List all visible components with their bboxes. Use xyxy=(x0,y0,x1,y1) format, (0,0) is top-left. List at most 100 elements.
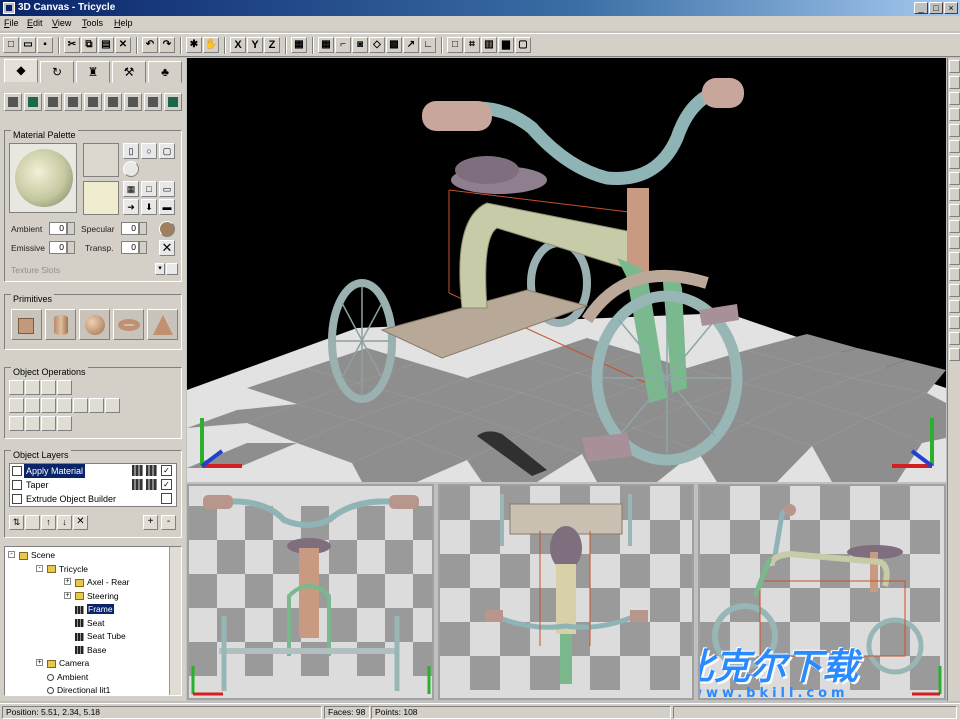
select-mode-icon[interactable]: ✱ xyxy=(186,37,202,53)
layer-up-icon[interactable]: ↑ xyxy=(41,515,56,530)
rotate-tool-icon[interactable] xyxy=(949,108,960,121)
ungroup-op-icon[interactable] xyxy=(25,380,40,395)
texture-browse-icon[interactable] xyxy=(166,263,178,275)
tree-node[interactable]: Steering xyxy=(75,590,119,602)
front-viewport[interactable] xyxy=(187,484,434,700)
axis-x-button[interactable]: X xyxy=(230,37,246,53)
material-ball-icon[interactable] xyxy=(159,221,175,237)
light-mode-icon[interactable] xyxy=(84,93,102,111)
tile-icon[interactable]: ▦ xyxy=(123,181,139,197)
bevel-tool-icon[interactable] xyxy=(949,348,960,361)
curve-icon[interactable]: ↗ xyxy=(403,37,419,53)
pointer-tool-icon[interactable] xyxy=(949,60,960,73)
specular-color-swatch[interactable] xyxy=(83,181,119,215)
sphere-map-icon[interactable]: ○ xyxy=(141,143,157,159)
clear-material-icon[interactable]: ✕ xyxy=(159,240,175,256)
bezier-tool-icon[interactable] xyxy=(949,220,960,233)
layer-checkbox[interactable]: ✓ xyxy=(161,465,172,476)
emissive-spinner[interactable] xyxy=(67,241,75,254)
flip-op-icon[interactable] xyxy=(9,416,24,431)
white-swatch-icon[interactable]: □ xyxy=(141,181,157,197)
eyedropper-icon[interactable]: ▭ xyxy=(159,181,175,197)
join-tool-icon[interactable] xyxy=(949,316,960,329)
grid-icon[interactable]: ▦ xyxy=(318,37,334,53)
delete-icon[interactable]: ✕ xyxy=(115,37,131,53)
move-op-icon[interactable] xyxy=(25,398,40,413)
magnet-icon[interactable]: ⌐ xyxy=(335,37,351,53)
pick-icon[interactable]: ✋ xyxy=(203,37,219,53)
top-viewport[interactable] xyxy=(438,484,694,700)
specular-input[interactable]: 0 xyxy=(121,222,139,235)
tree-node[interactable]: Ambient xyxy=(47,671,88,683)
material-mode-icon[interactable] xyxy=(164,93,182,111)
scale-tool-icon[interactable] xyxy=(949,124,960,137)
tree-expander[interactable]: + xyxy=(36,659,43,666)
perspective-viewport[interactable] xyxy=(187,58,946,482)
menu-view[interactable]: View xyxy=(52,18,71,28)
copy-op-icon[interactable] xyxy=(41,380,56,395)
tree-node[interactable]: Frame xyxy=(75,603,114,615)
flat-shade-icon[interactable]: ▥ xyxy=(481,37,497,53)
mirror-op-icon[interactable] xyxy=(25,416,40,431)
layer-row[interactable]: Extrude Object Builder xyxy=(10,492,178,506)
menu-edit[interactable]: Edit xyxy=(27,18,43,28)
point-mode-icon[interactable] xyxy=(64,93,82,111)
arrow-right-icon[interactable]: ➜ xyxy=(123,199,139,215)
material-preview[interactable] xyxy=(9,143,77,213)
hammer-icon[interactable] xyxy=(144,93,162,111)
face-mode-icon[interactable] xyxy=(24,93,42,111)
layer-add-icon[interactable]: + xyxy=(143,515,158,530)
group-op-icon[interactable] xyxy=(9,380,24,395)
transp-spinner[interactable] xyxy=(139,241,147,254)
checker-icon[interactable]: ▩ xyxy=(386,37,402,53)
emissive-input[interactable]: 0 xyxy=(49,241,67,254)
tab-transform[interactable]: ↻ xyxy=(40,61,74,83)
tab-plugins[interactable]: ♣ xyxy=(148,61,182,83)
maximize-button[interactable]: □ xyxy=(929,2,943,14)
axis-z-button[interactable]: Z xyxy=(264,37,280,53)
menu-tools[interactable]: Tools xyxy=(82,18,103,28)
save-icon[interactable]: ▪ xyxy=(37,37,53,53)
lathe-op-icon[interactable] xyxy=(105,398,120,413)
specular-spinner[interactable] xyxy=(139,222,147,235)
eraser-tool-icon[interactable] xyxy=(949,284,960,297)
bounding-box-icon[interactable]: ⌗ xyxy=(464,37,480,53)
close-button[interactable]: × xyxy=(944,2,958,14)
pen-tool-icon[interactable] xyxy=(949,204,960,217)
layer-delete-icon[interactable]: ✕ xyxy=(73,515,88,530)
pan-tool-icon[interactable] xyxy=(949,156,960,169)
tree-expander[interactable]: - xyxy=(8,551,15,558)
cone-primitive-icon[interactable] xyxy=(147,309,178,340)
layer-remove-icon[interactable]: - xyxy=(161,515,176,530)
tab-select[interactable]: ◆ xyxy=(4,59,38,83)
ambient-input[interactable]: 0 xyxy=(49,222,67,235)
menu-help[interactable]: Help xyxy=(114,18,133,28)
camera-icon[interactable]: ◙ xyxy=(352,37,368,53)
tab-objects[interactable]: ♜ xyxy=(76,61,110,83)
texture-mode-icon[interactable] xyxy=(124,93,142,111)
zoom-tool-icon[interactable] xyxy=(949,140,960,153)
round-map-icon[interactable] xyxy=(123,161,139,177)
layer-checkbox[interactable] xyxy=(161,493,172,504)
camera-mode-icon[interactable] xyxy=(104,93,122,111)
orbit-tool-icon[interactable] xyxy=(949,172,960,185)
plane-map-icon[interactable]: ▢ xyxy=(159,143,175,159)
side-viewport[interactable]: 比克尔下载 www.bkill.com xyxy=(698,484,946,700)
texture-shade-icon[interactable]: ▢ xyxy=(515,37,531,53)
camera-tool-icon[interactable] xyxy=(949,252,960,265)
layer-row[interactable]: Apply Material ✓ xyxy=(10,464,178,478)
cut-tool-icon[interactable] xyxy=(949,300,960,313)
box-op-icon[interactable] xyxy=(73,398,88,413)
object-mode-icon[interactable] xyxy=(4,93,22,111)
ambient-spinner[interactable] xyxy=(67,222,75,235)
layer-down-icon[interactable]: ↓ xyxy=(57,515,72,530)
taper-op-icon[interactable] xyxy=(41,416,56,431)
paste-icon[interactable]: ▤ xyxy=(98,37,114,53)
texture-dropdown-icon[interactable]: ▾ xyxy=(155,263,165,275)
tree-node[interactable]: Seat xyxy=(75,617,105,629)
tree-node[interactable]: Scene xyxy=(19,549,55,561)
layer-updown-icon[interactable]: ⇅ xyxy=(9,515,24,530)
array-op-icon[interactable] xyxy=(57,380,72,395)
cylinder-primitive-icon[interactable] xyxy=(45,309,76,340)
light-icon[interactable]: ◇ xyxy=(369,37,385,53)
